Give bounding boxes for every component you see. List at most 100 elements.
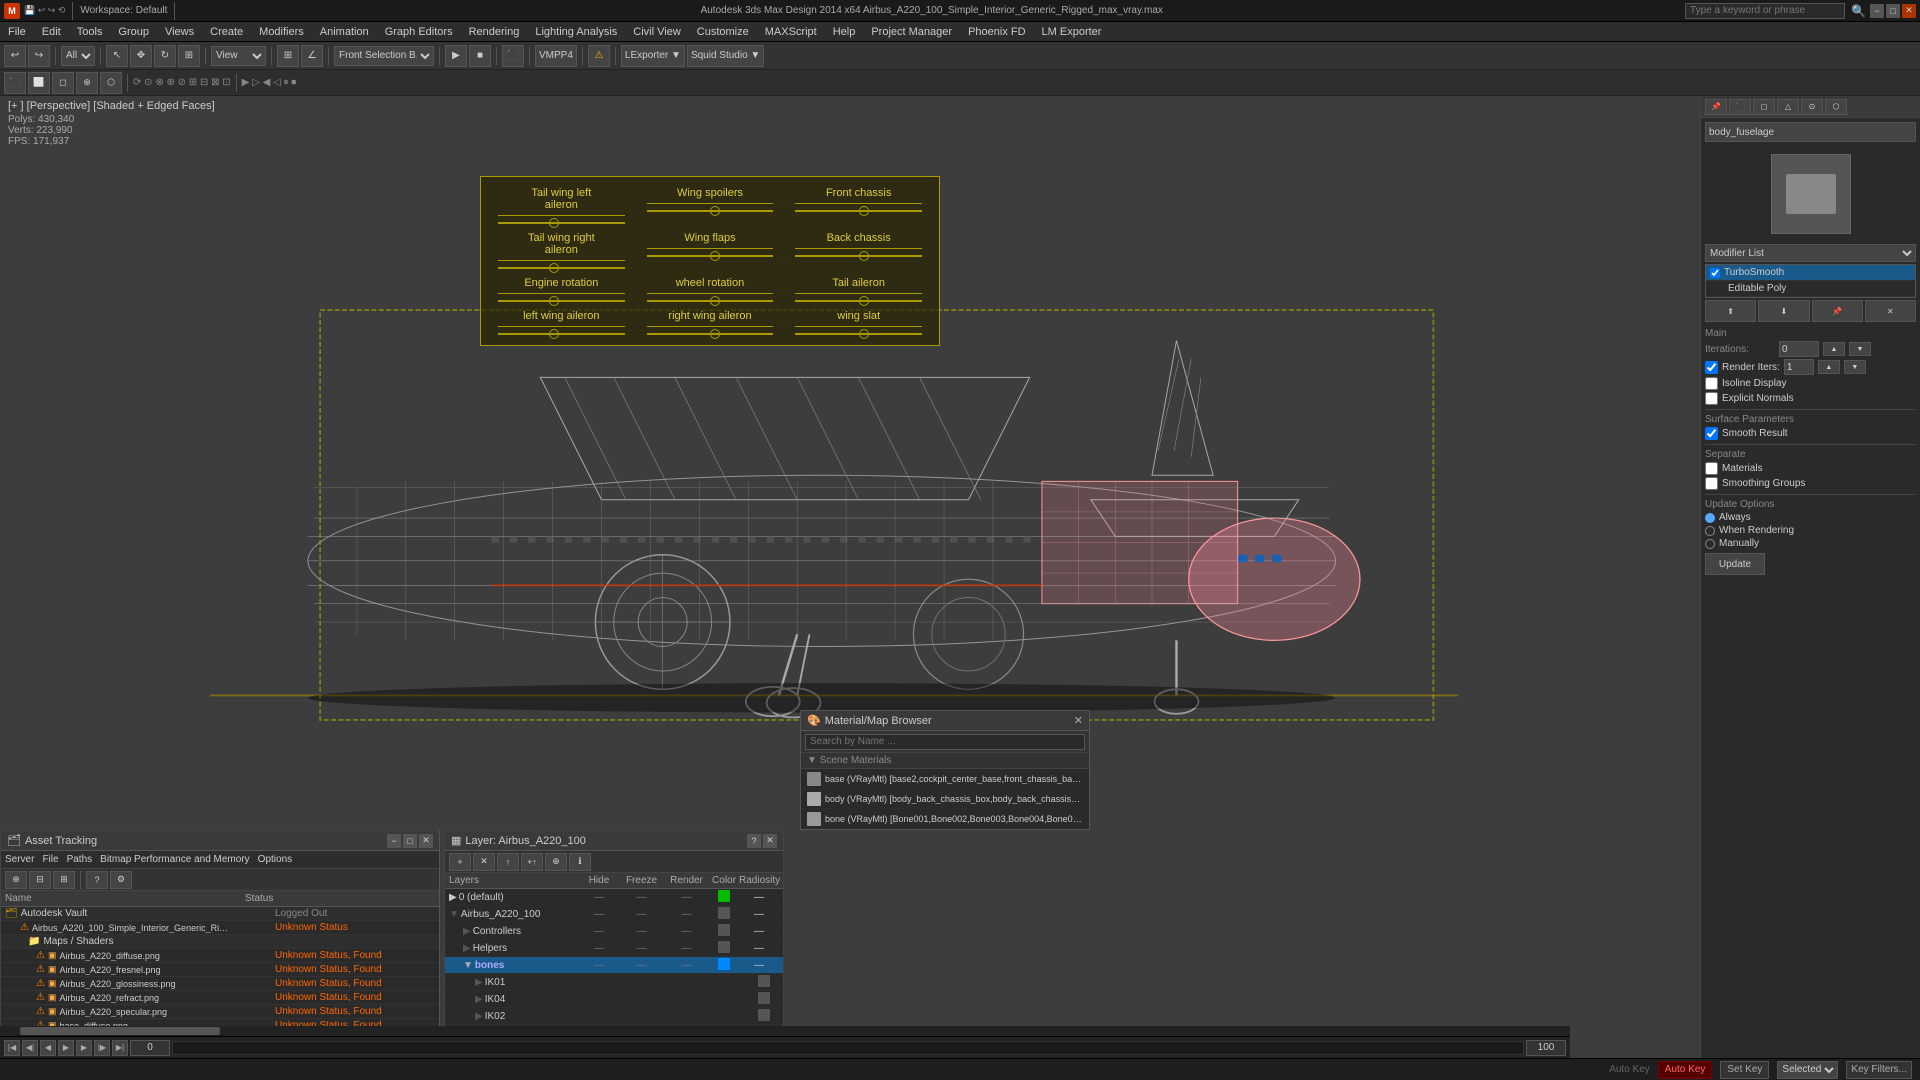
play-btn[interactable]: ▶ (445, 45, 467, 67)
control-engine-rotation[interactable]: Engine rotation (491, 277, 632, 302)
asset-row[interactable]: 🗂 Autodesk Vault Logged Out (1, 907, 439, 921)
menu-help[interactable]: Help (829, 26, 860, 38)
mat-item[interactable]: bone (VRayMtl) [Bone001,Bone002,Bone003,… (801, 809, 1089, 829)
ts-ri-up[interactable]: ▲ (1818, 360, 1840, 374)
asset-row[interactable]: ⚠ ▣ Airbus_A220_fresnel.png Unknown Stat… (1, 963, 439, 977)
menu-lm[interactable]: LM Exporter (1038, 26, 1106, 38)
ts-iterations-input[interactable] (1779, 341, 1819, 357)
selection-filter-select[interactable]: All (61, 46, 95, 66)
at-menu-server[interactable]: Server (5, 854, 34, 865)
menu-phoenix[interactable]: Phoenix FD (964, 26, 1029, 38)
asset-row[interactable]: ⚠ ▣ Airbus_A220_diffuse.png Unknown Stat… (1, 949, 439, 963)
slider-wsl[interactable] (795, 333, 922, 335)
slider-rwa[interactable] (647, 333, 774, 335)
control-back-chassis[interactable]: Back chassis (788, 232, 929, 269)
mod-stack-btn3[interactable]: 📌 (1812, 300, 1863, 322)
mat-browser-close-btn[interactable]: ✕ (1074, 714, 1083, 727)
asset-row[interactable]: ⚠ ▣ Airbus_A220_refract.png Unknown Stat… (1, 991, 439, 1005)
at-menu-options[interactable]: Options (258, 854, 292, 865)
exporter-btn[interactable]: LExporter ▼ (621, 45, 685, 67)
layer-color-cell[interactable] (709, 890, 739, 905)
at-menu-file[interactable]: File (42, 854, 58, 865)
set-key-btn[interactable]: Set Key (1720, 1061, 1769, 1079)
ts-ri-down[interactable]: ▼ (1844, 360, 1866, 374)
at-settings-btn[interactable]: ⚙ (110, 871, 132, 889)
menu-create[interactable]: Create (206, 26, 247, 38)
object-name-input[interactable] (1705, 122, 1916, 142)
transform-select[interactable]: Front Selection B... (334, 46, 434, 66)
menu-maxscript[interactable]: MAXScript (761, 26, 821, 38)
asset-minimize-btn[interactable]: − (387, 834, 401, 848)
layer-color-cell[interactable] (709, 907, 739, 922)
menu-file[interactable]: File (4, 26, 30, 38)
asset-close-btn[interactable]: ✕ (419, 834, 433, 848)
squid-btn[interactable]: Squid Studio ▼ (687, 45, 764, 67)
angle-snap-btn[interactable]: ∠ (301, 45, 323, 67)
mod-channel4-btn[interactable]: ⊙ (1801, 99, 1823, 115)
at-toolbar-btn1[interactable]: ⊕ (5, 871, 27, 889)
vmpp4-btn[interactable]: VMPP4 (535, 45, 577, 67)
h-scrollbar[interactable] (0, 1026, 1570, 1036)
layer-del-btn[interactable]: ✕ (473, 853, 495, 871)
layer-row[interactable]: ▶ 0 (default) — — — — (445, 889, 783, 906)
rotate-btn[interactable]: ↻ (154, 45, 176, 67)
asset-row[interactable]: 📁 Maps / Shaders (1, 935, 439, 949)
slider-bc[interactable] (795, 255, 922, 257)
auto-key-btn[interactable]: Auto Key (1658, 1061, 1713, 1079)
ts-iter-down[interactable]: ▼ (1849, 342, 1871, 356)
at-toolbar-btn3[interactable]: ⊞ (53, 871, 75, 889)
control-tail-aileron[interactable]: Tail aileron (788, 277, 929, 302)
layer-row[interactable]: ▶ IK04 (445, 991, 783, 1008)
title-search-input[interactable] (1685, 3, 1845, 19)
layer-close-btn[interactable]: ✕ (763, 834, 777, 848)
anim-prev-key[interactable]: ◀| (22, 1040, 38, 1056)
redo-btn[interactable]: ↪ (28, 45, 50, 67)
mod-checkbox-turbosmooth[interactable] (1710, 268, 1720, 278)
ts-iter-up[interactable]: ▲ (1823, 342, 1845, 356)
control-right-wing-aileron[interactable]: right wing aileron (640, 310, 781, 335)
anim-current-frame[interactable] (130, 1040, 170, 1056)
menu-edit[interactable]: Edit (38, 26, 65, 38)
layer-hl-btn[interactable]: ⊕ (545, 853, 567, 871)
anim-end-frame[interactable] (1526, 1040, 1566, 1056)
asset-restore-btn[interactable]: □ (403, 834, 417, 848)
layer-info-btn[interactable]: ℹ (569, 853, 591, 871)
menu-group[interactable]: Group (114, 26, 153, 38)
warning-btn[interactable]: ⚠ (588, 45, 610, 67)
mod-stack-btn2[interactable]: ⬇ (1758, 300, 1809, 322)
scale-btn[interactable]: ⊞ (178, 45, 200, 67)
ts-always-radio[interactable] (1705, 513, 1715, 523)
ts-update-btn[interactable]: Update (1705, 553, 1765, 575)
modifier-list-select[interactable]: Modifier List (1705, 244, 1916, 262)
layer-color-cell[interactable] (709, 958, 739, 973)
render-btn[interactable]: ⬛ (502, 45, 524, 67)
menu-views[interactable]: Views (161, 26, 198, 38)
maximize-button[interactable]: □ (1886, 4, 1900, 18)
asset-row[interactable]: ⚠ Airbus_A220_100_Simple_Interior_Generi… (1, 921, 439, 935)
mod-channel2-btn[interactable]: ◻ (1753, 99, 1775, 115)
anim-next-frame[interactable]: ▶ (76, 1040, 92, 1056)
ts-manually-radio[interactable] (1705, 539, 1715, 549)
at-help-btn[interactable]: ? (86, 871, 108, 889)
control-wing-flaps[interactable]: Wing flaps (640, 232, 781, 269)
slider-wf[interactable] (647, 255, 774, 257)
layer-color-cell[interactable] (749, 975, 779, 990)
slider-er[interactable] (498, 300, 625, 302)
ts-smoothing-check[interactable] (1705, 477, 1718, 490)
layer-color-cell[interactable] (749, 992, 779, 1007)
tb2-btn1[interactable]: ⬛ (4, 72, 26, 94)
ts-when-radio[interactable] (1705, 526, 1715, 536)
menu-civil[interactable]: Civil View (629, 26, 684, 38)
layer-sel-btn[interactable]: ↑ (497, 853, 519, 871)
mod-channel3-btn[interactable]: △ (1777, 99, 1799, 115)
move-btn[interactable]: ✥ (130, 45, 152, 67)
menu-rendering[interactable]: Rendering (465, 26, 524, 38)
minimize-button[interactable]: − (1870, 4, 1884, 18)
menu-lighting[interactable]: Lighting Analysis (531, 26, 621, 38)
slider-twr[interactable] (498, 267, 625, 269)
control-tail-wing-left[interactable]: Tail wing leftaileron (491, 187, 632, 224)
anim-first-frame[interactable]: |◀ (4, 1040, 20, 1056)
modifier-editable-poly[interactable]: Editable Poly (1706, 281, 1915, 297)
menu-graph-editors[interactable]: Graph Editors (381, 26, 457, 38)
layer-add-sel-btn[interactable]: +↑ (521, 853, 543, 871)
